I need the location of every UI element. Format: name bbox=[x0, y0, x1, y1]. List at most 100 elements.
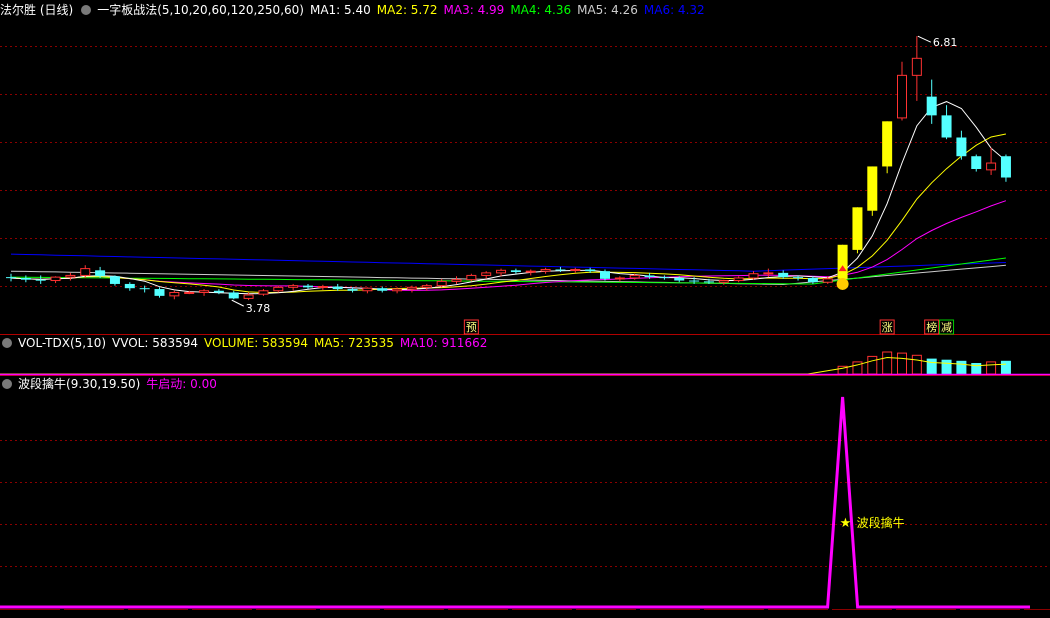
candle bbox=[986, 162, 997, 171]
candle bbox=[392, 288, 403, 292]
candle bbox=[35, 279, 46, 281]
high-pointer bbox=[917, 35, 932, 43]
candle bbox=[807, 277, 818, 283]
candle bbox=[882, 121, 893, 167]
candle bbox=[926, 96, 937, 116]
candle bbox=[510, 270, 521, 273]
candle bbox=[956, 137, 967, 157]
ma2-label: MA2: 5.72 bbox=[376, 3, 438, 17]
volume-bar bbox=[986, 361, 997, 375]
high-label: 6.81 bbox=[933, 36, 958, 49]
star-icon: ★ bbox=[840, 516, 852, 531]
indicator-line bbox=[0, 396, 1030, 609]
candle bbox=[911, 57, 922, 76]
vol-ma10-label: MA10: 911662 bbox=[399, 336, 488, 350]
volume-bar bbox=[897, 352, 907, 375]
candle bbox=[733, 277, 744, 282]
volume-header: VOL-TDX(5,10) VVOL: 583594 VOLUME: 583594 M… bbox=[0, 335, 493, 351]
candle bbox=[273, 286, 284, 292]
candle bbox=[778, 272, 789, 278]
marker-label: 预 bbox=[466, 321, 477, 334]
candle bbox=[228, 292, 239, 299]
candle bbox=[377, 288, 388, 291]
candle bbox=[317, 285, 328, 288]
vol-title[interactable]: VOL-TDX(5,10) bbox=[18, 336, 106, 350]
candle bbox=[139, 288, 150, 290]
candle bbox=[95, 270, 106, 277]
candle bbox=[466, 274, 477, 281]
volume-bar bbox=[971, 363, 982, 374]
indicator-title[interactable]: 一字板战法(5,10,20,60,120,250,60) bbox=[97, 3, 304, 17]
candle bbox=[614, 277, 625, 280]
main-header: 法尔胜 (日线) 一字板战法(5,10,20,60,120,250,60) MA1:… bbox=[0, 2, 711, 18]
indicator-header: 波段擒牛(9.30,19.50) 牛启动: 0.00 bbox=[0, 376, 223, 392]
candle bbox=[213, 290, 224, 293]
candle bbox=[525, 270, 536, 273]
candle bbox=[184, 291, 195, 294]
low-label: 3.78 bbox=[246, 302, 271, 315]
stock-title[interactable]: 法尔胜 (日线) bbox=[0, 3, 73, 17]
ind-value-label: 牛启动: 0.00 bbox=[146, 377, 217, 391]
candle bbox=[600, 271, 610, 279]
candle bbox=[496, 269, 507, 274]
candle bbox=[659, 277, 670, 279]
gear-icon[interactable] bbox=[2, 379, 12, 389]
marker-label: 榜 bbox=[926, 320, 937, 334]
candle bbox=[570, 268, 581, 271]
candle bbox=[124, 283, 135, 289]
candle bbox=[199, 290, 210, 293]
candle bbox=[288, 285, 299, 288]
candle bbox=[629, 274, 640, 279]
volume-bar bbox=[956, 360, 967, 374]
marker-label: 减 bbox=[941, 321, 952, 334]
candle bbox=[362, 287, 373, 292]
candle bbox=[481, 272, 492, 276]
candle bbox=[406, 286, 417, 290]
candle bbox=[867, 166, 878, 211]
ma6-line bbox=[10, 253, 1006, 272]
vvol-label: VVOL: 583594 bbox=[112, 336, 199, 350]
candle bbox=[109, 276, 120, 284]
volume-bar bbox=[882, 351, 893, 375]
volume-bar bbox=[1000, 360, 1011, 374]
candle bbox=[718, 280, 729, 283]
candle bbox=[65, 274, 76, 278]
chart-root: 6.81 3.78 预 涨 榜减 ★ 波段擒牛 法尔胜 (日线) 一字板战法(5,10,20,… bbox=[0, 0, 1050, 615]
ind-params: (9.30,19.50) bbox=[66, 377, 141, 391]
smiley-icon bbox=[836, 277, 849, 290]
candle bbox=[748, 273, 759, 279]
chart-canvas: 6.81 3.78 预 涨 榜减 ★ 波段擒牛 bbox=[0, 35, 1050, 610]
candle bbox=[303, 285, 313, 288]
candle bbox=[555, 269, 566, 271]
ma1-line bbox=[10, 101, 1007, 295]
signal-label: 波段擒牛 bbox=[857, 515, 905, 530]
low-pointer bbox=[231, 299, 244, 307]
candle bbox=[822, 278, 833, 283]
candle bbox=[689, 280, 700, 282]
candle bbox=[941, 115, 952, 138]
ind-title[interactable]: 波段擒牛 bbox=[18, 377, 66, 391]
candle bbox=[837, 244, 848, 279]
marker-label: 涨 bbox=[882, 321, 893, 334]
candle bbox=[540, 268, 551, 272]
ma6-label: MA6: 4.32 bbox=[643, 3, 705, 17]
candle bbox=[243, 294, 254, 299]
ma4-label: MA4: 4.36 bbox=[510, 3, 572, 17]
candle bbox=[971, 156, 982, 169]
ma1-label: MA1: 5.40 bbox=[309, 3, 371, 17]
candle bbox=[169, 291, 180, 297]
candle bbox=[451, 279, 462, 282]
candle bbox=[585, 269, 596, 272]
candle bbox=[763, 272, 774, 275]
candle bbox=[897, 74, 907, 119]
gear-icon[interactable] bbox=[81, 5, 92, 15]
volume-bar bbox=[911, 354, 922, 375]
candle bbox=[793, 277, 804, 279]
candle bbox=[703, 281, 714, 283]
gear-icon[interactable] bbox=[2, 338, 12, 348]
candle bbox=[6, 277, 16, 279]
volume-bar bbox=[867, 355, 878, 375]
candle bbox=[332, 286, 343, 290]
candle bbox=[852, 207, 863, 250]
candle bbox=[154, 289, 165, 296]
